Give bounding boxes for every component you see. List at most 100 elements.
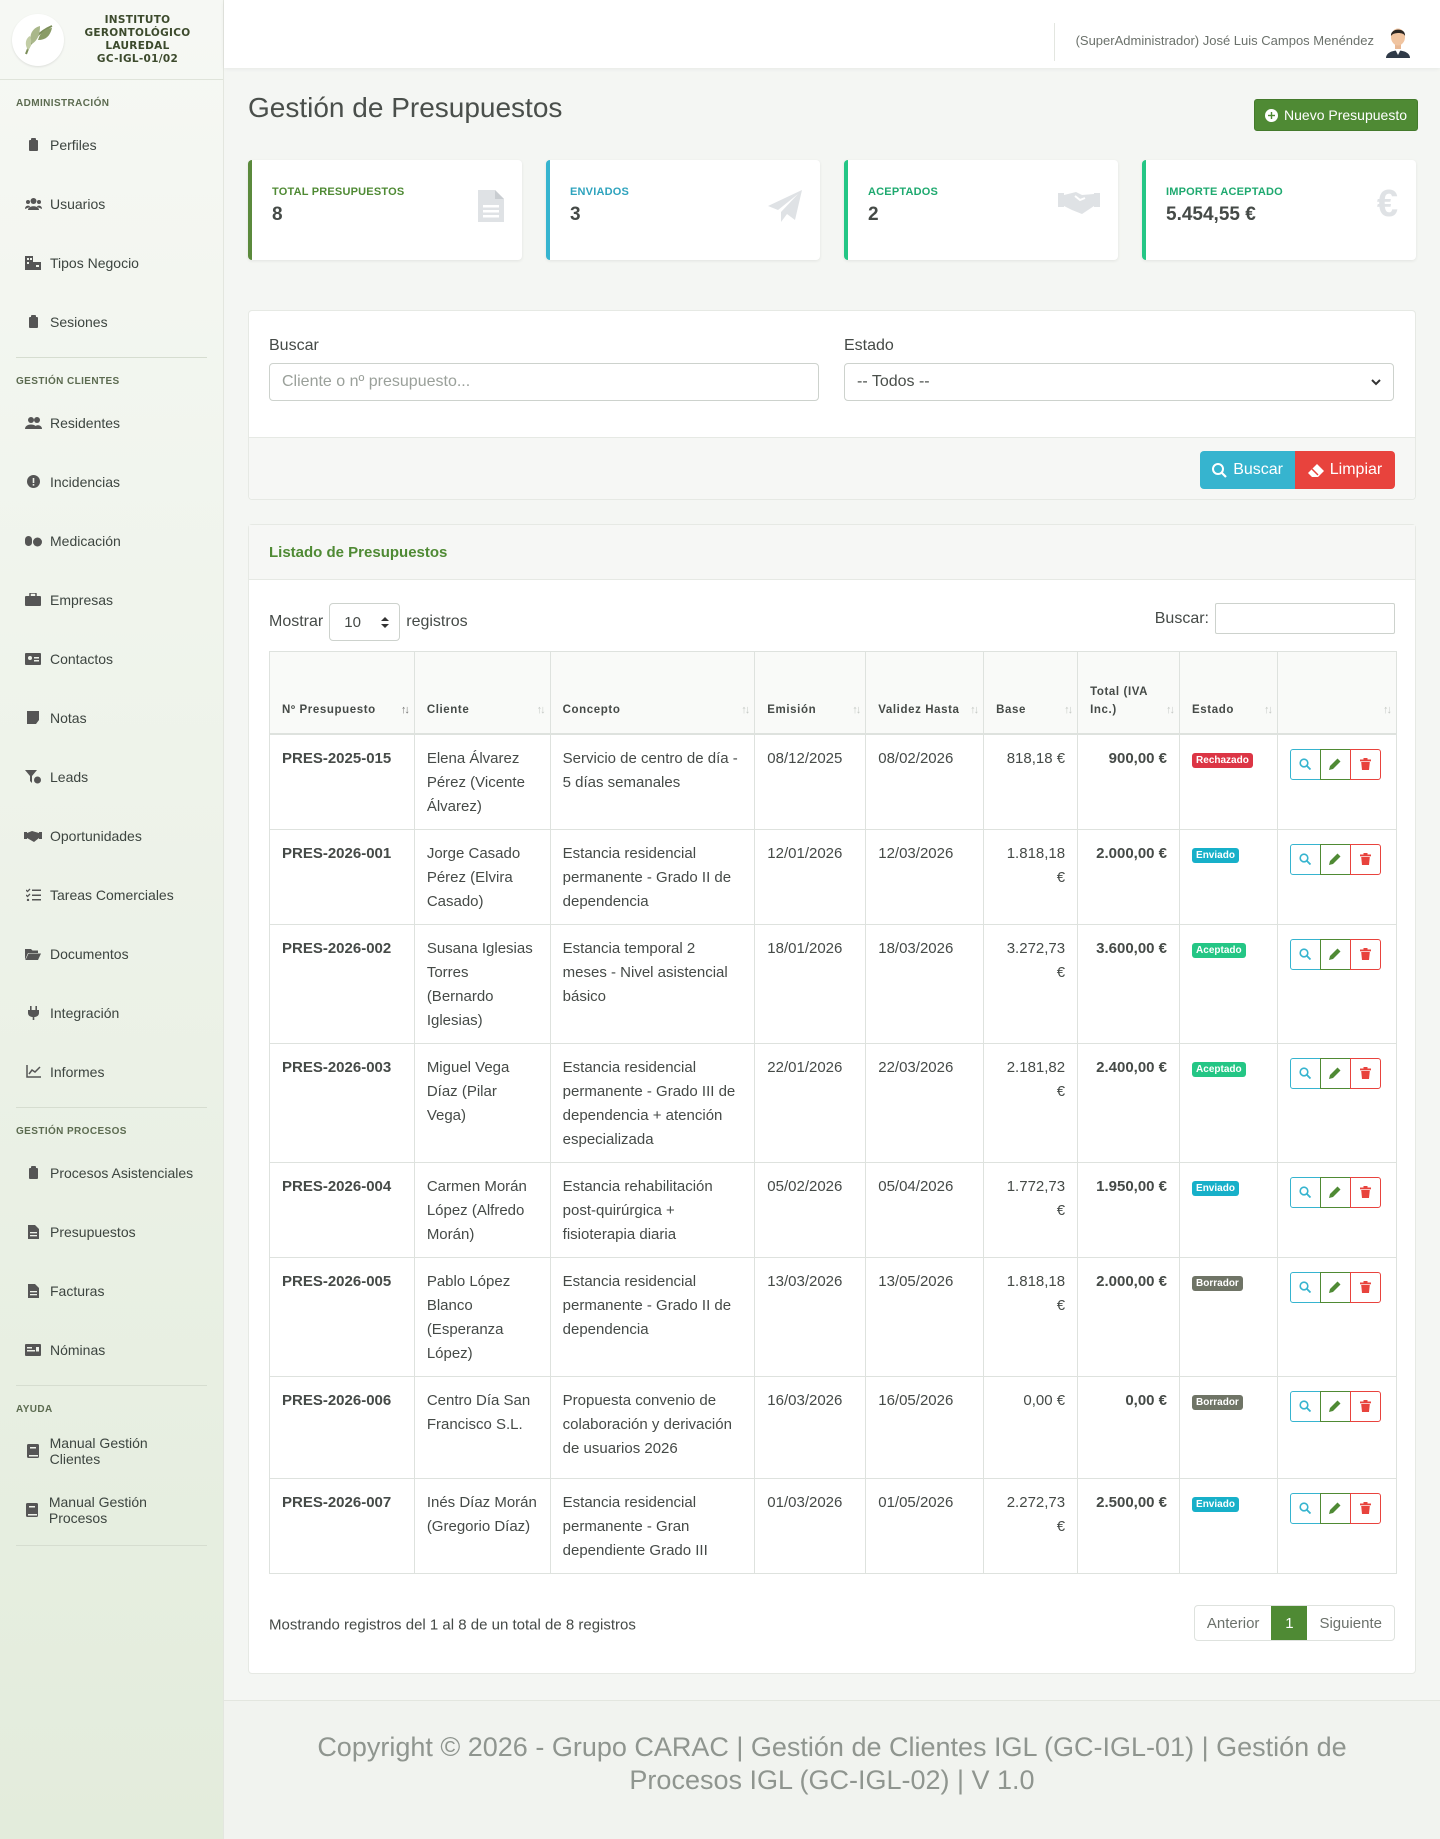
sidebar-item-contactos[interactable]: Contactos xyxy=(0,629,223,688)
delete-button[interactable] xyxy=(1349,1176,1381,1208)
stat-card-enviados: Enviados 3 xyxy=(546,160,820,260)
status-badge: Enviado xyxy=(1192,1180,1239,1196)
trash-icon xyxy=(1359,1067,1371,1079)
edit-button[interactable] xyxy=(1319,1390,1351,1422)
status-badge: Enviado xyxy=(1192,1496,1239,1512)
sidebar-item-facturas[interactable]: Facturas xyxy=(0,1261,223,1320)
clear-button[interactable]: Limpiar xyxy=(1295,451,1395,489)
col-header-estado[interactable]: Estado ↑↓ xyxy=(1179,651,1278,735)
clipboard-icon xyxy=(24,1166,42,1179)
sidebar-item-nominas[interactable]: Nóminas xyxy=(0,1320,223,1379)
search-icon xyxy=(1299,758,1312,770)
view-button[interactable] xyxy=(1289,1492,1321,1524)
budget-number-cell: PRES-2026-001 xyxy=(269,828,415,925)
col-header-validez[interactable]: Validez Hasta ↑↓ xyxy=(865,651,985,735)
view-button[interactable] xyxy=(1289,843,1321,875)
sidebar-item-notas[interactable]: Notas xyxy=(0,688,223,747)
sidebar-item-sesiones[interactable]: Sesiones xyxy=(0,292,223,351)
delete-button[interactable] xyxy=(1349,843,1381,875)
delete-button[interactable] xyxy=(1349,1271,1381,1303)
trash-icon xyxy=(1359,1186,1371,1198)
search-button[interactable]: Buscar xyxy=(1200,451,1295,489)
issue-date-cell: 05/02/2026 xyxy=(754,1161,867,1258)
table-search-input[interactable] xyxy=(1215,603,1395,634)
sidebar-item-manual-gestion-procesos[interactable]: Manual Gestión Procesos xyxy=(0,1480,223,1539)
sidebar-item-medicacion[interactable]: Medicación xyxy=(0,511,223,570)
status-cell: Borrador xyxy=(1179,1256,1278,1377)
actions-cell xyxy=(1276,1477,1398,1574)
delete-button[interactable] xyxy=(1349,1390,1381,1422)
note-icon xyxy=(24,711,42,724)
delete-button[interactable] xyxy=(1349,1057,1381,1089)
sidebar-item-usuarios[interactable]: Usuarios xyxy=(0,174,223,233)
brand[interactable]: INSTITUTO GERONTOLÓGICO LAUREDAL GC-IGL-… xyxy=(0,0,223,80)
view-button[interactable] xyxy=(1289,1176,1321,1208)
table-row: PRES-2026-001 Jorge Casado Pérez (Elvira … xyxy=(269,828,1398,925)
actions-cell xyxy=(1276,1375,1398,1479)
page-length-select[interactable]: 10 xyxy=(329,603,401,641)
delete-button[interactable] xyxy=(1349,748,1381,780)
view-button[interactable] xyxy=(1289,1057,1321,1089)
sidebar-item-oportunidades[interactable]: Oportunidades xyxy=(0,806,223,865)
view-button[interactable] xyxy=(1289,1390,1321,1422)
sidebar-item-residentes[interactable]: Residentes xyxy=(0,393,223,452)
pagination-previous[interactable]: Anterior xyxy=(1195,1606,1272,1640)
table-row: PRES-2026-003 Miguel Vega Díaz (Pilar Veg… xyxy=(269,1042,1398,1163)
delete-button[interactable] xyxy=(1349,938,1381,970)
status-badge: Borrador xyxy=(1192,1275,1243,1291)
status-select[interactable]: -- Todos -- xyxy=(844,363,1394,401)
edit-button[interactable] xyxy=(1319,748,1351,780)
search-icon xyxy=(1299,948,1312,960)
sidebar-item-informes[interactable]: Informes xyxy=(0,1042,223,1101)
col-header-concepto[interactable]: Concepto ↑↓ xyxy=(549,651,756,735)
search-input[interactable] xyxy=(269,363,819,401)
table-row: PRES-2026-006 Centro Día San Francisco S.… xyxy=(269,1375,1398,1479)
filter-panel: Buscar Estado -- Todos -- Buscar Limpiar xyxy=(248,310,1416,500)
avatar[interactable] xyxy=(1382,24,1414,58)
user-menu[interactable]: (SuperAdministrador) José Luis Campos Me… xyxy=(1076,33,1374,48)
edit-button[interactable] xyxy=(1319,1057,1351,1089)
sidebar-item-tareas-comerciales[interactable]: Tareas Comerciales xyxy=(0,865,223,924)
sidebar-item-procesos-asistenciales[interactable]: Procesos Asistenciales xyxy=(0,1143,223,1202)
sidebar-item-perfiles[interactable]: Perfiles xyxy=(0,115,223,174)
col-header-total[interactable]: Total (IVA Inc.) ↑↓ xyxy=(1077,651,1181,735)
sidebar-item-documentos[interactable]: Documentos xyxy=(0,924,223,983)
sidebar-item-incidencias[interactable]: Incidencias xyxy=(0,452,223,511)
col-header-cliente[interactable]: Cliente ↑↓ xyxy=(413,651,551,735)
row-actions xyxy=(1289,1176,1384,1208)
col-header-emision[interactable]: Emisión ↑↓ xyxy=(754,651,867,735)
issue-date-cell: 12/01/2026 xyxy=(754,828,867,925)
sidebar-item-tipos-negocio[interactable]: Tipos Negocio xyxy=(0,233,223,292)
sidebar-item-integracion[interactable]: Integración xyxy=(0,983,223,1042)
view-button[interactable] xyxy=(1289,748,1321,780)
pencil-icon xyxy=(1329,948,1341,960)
pagination-next[interactable]: Siguiente xyxy=(1307,1606,1394,1640)
sidebar-item-manual-gestion-clientes[interactable]: Manual Gestión Clientes xyxy=(0,1421,223,1480)
delete-button[interactable] xyxy=(1349,1492,1381,1524)
edit-button[interactable] xyxy=(1319,1176,1351,1208)
pencil-icon xyxy=(1329,1067,1341,1079)
edit-button[interactable] xyxy=(1319,1271,1351,1303)
new-budget-button[interactable]: Nuevo Presupuesto xyxy=(1254,99,1418,131)
pencil-icon xyxy=(1329,1502,1341,1514)
sidebar-item-presupuestos[interactable]: Presupuestos xyxy=(0,1202,223,1261)
concept-cell: Estancia temporal 2 meses - Nivel asiste… xyxy=(549,923,756,1044)
edit-button[interactable] xyxy=(1319,1492,1351,1524)
view-button[interactable] xyxy=(1289,1271,1321,1303)
trash-icon xyxy=(1359,853,1371,865)
client-cell: Inés Díaz Morán (Gregorio Díaz) xyxy=(413,1477,551,1574)
search-icon xyxy=(1299,1067,1312,1079)
sidebar-item-leads[interactable]: Leads xyxy=(0,747,223,806)
sort-icon: ↑↓ xyxy=(1383,703,1392,716)
view-button[interactable] xyxy=(1289,938,1321,970)
issue-date-cell: 08/12/2025 xyxy=(754,733,867,830)
pills-icon xyxy=(24,534,42,547)
row-actions xyxy=(1289,1271,1384,1303)
col-header-numero[interactable]: Nº Presupuesto ↑↓ xyxy=(269,651,415,735)
sort-icon: ↑↓ xyxy=(852,703,861,716)
pagination-page-1[interactable]: 1 xyxy=(1271,1606,1308,1640)
edit-button[interactable] xyxy=(1319,938,1351,970)
col-header-base[interactable]: Base ↑↓ xyxy=(983,651,1079,735)
sidebar-item-empresas[interactable]: Empresas xyxy=(0,570,223,629)
edit-button[interactable] xyxy=(1319,843,1351,875)
